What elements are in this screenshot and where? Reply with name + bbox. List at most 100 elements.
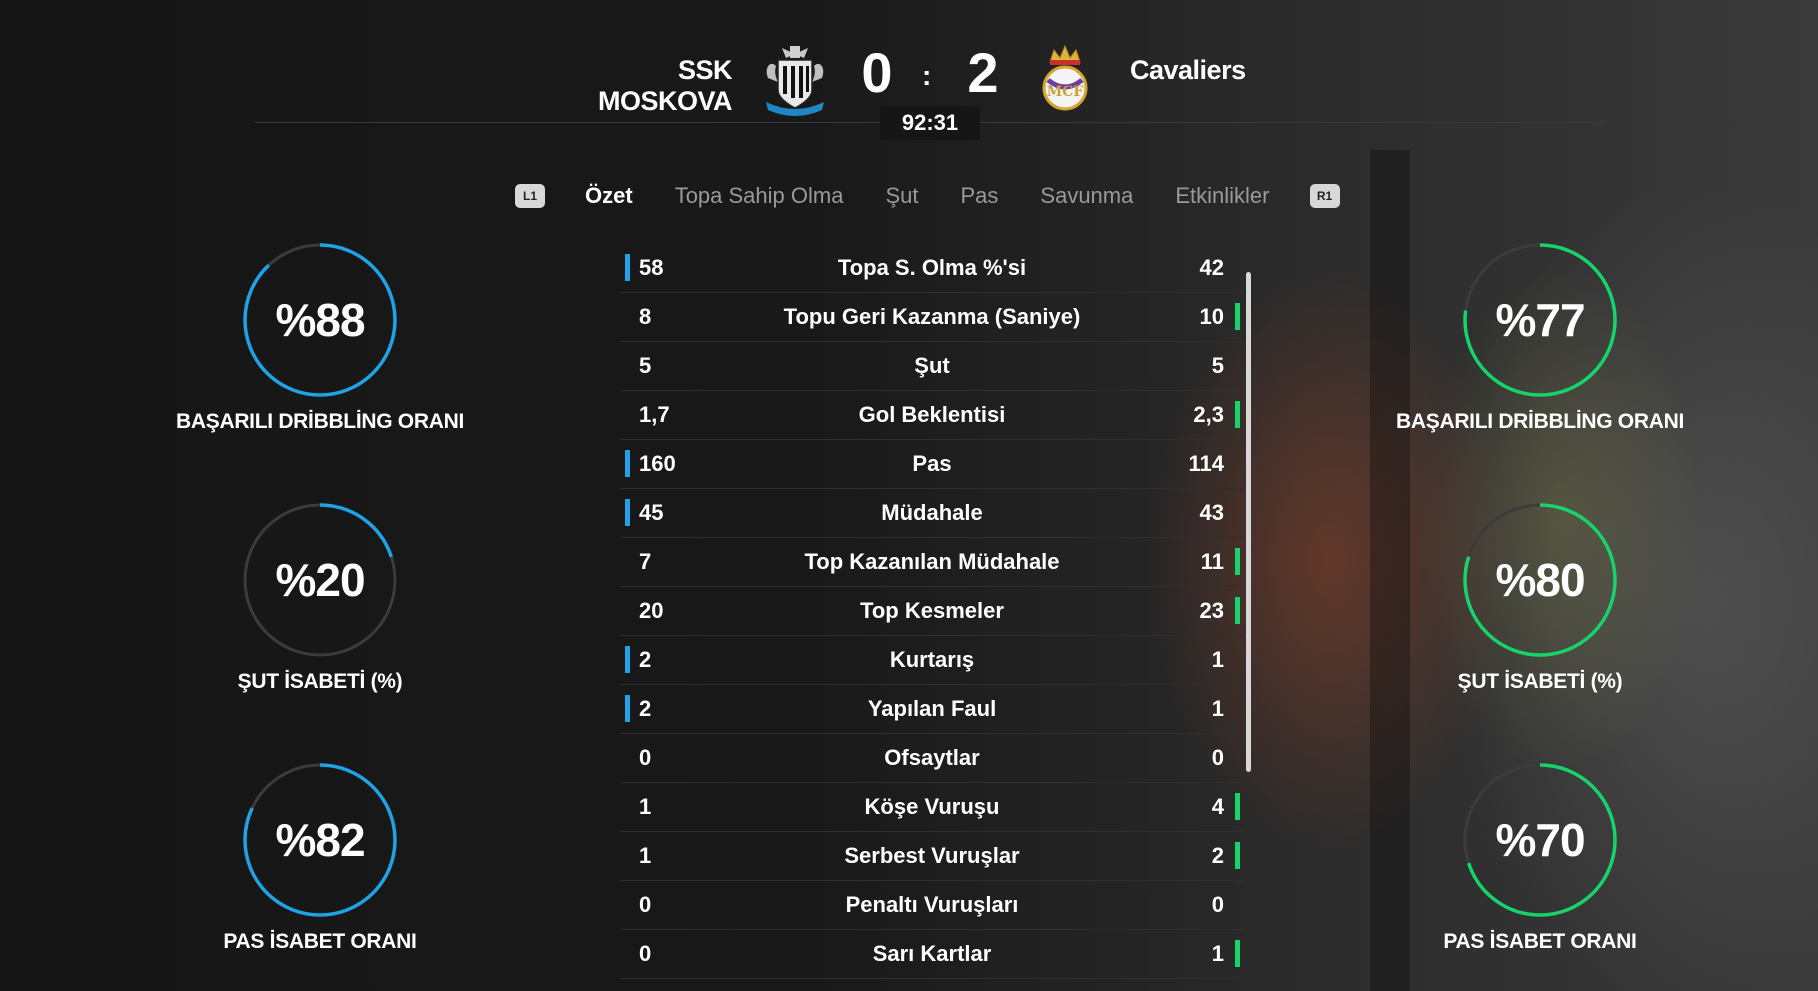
stat-label: Şut xyxy=(914,353,950,378)
stat-row: Ofsaytlar 0 0 xyxy=(620,734,1244,783)
ring-label: BAŞARILI DRİBBLİNG ORANI xyxy=(176,410,464,433)
progress-ring: %80 xyxy=(1460,500,1620,660)
stat-label: Müdahale xyxy=(881,500,983,525)
home-ring-shot-accuracy: %20 ŞUT İSABETİ (%) xyxy=(155,500,485,694)
home-score: 0 xyxy=(861,41,893,104)
tab-sut[interactable]: Şut xyxy=(885,183,918,209)
svg-text:MCF: MCF xyxy=(1047,84,1084,100)
stat-away-value: 23 xyxy=(1199,598,1224,623)
scrollbar[interactable] xyxy=(1246,272,1251,772)
home-team-name: SSK MOSKOVA xyxy=(597,55,733,116)
stat-row: Penaltı Vuruşları 0 0 xyxy=(620,881,1244,930)
stat-label: Köşe Vuruşu xyxy=(864,794,1000,819)
progress-ring: %88 xyxy=(240,240,400,400)
stat-away-value: 5 xyxy=(1211,353,1224,378)
ring-value: %77 xyxy=(1495,294,1585,346)
ring-value: %88 xyxy=(275,294,365,346)
away-ring-dribbling: %77 BAŞARILI DRİBBLİNG ORANI xyxy=(1375,240,1705,434)
progress-ring: %70 xyxy=(1460,760,1620,920)
stat-away-value: 0 xyxy=(1211,892,1224,917)
stat-home-value: 20 xyxy=(639,598,664,623)
l1-button-icon[interactable]: L1 xyxy=(515,184,545,208)
stat-row: Sarı Kartlar 0 1 xyxy=(620,930,1244,979)
ring-label: PAS İSABET ORANI xyxy=(1443,930,1637,953)
stat-away-value: 10 xyxy=(1199,304,1224,329)
real-madrid-crest-icon: MCF xyxy=(1030,40,1100,116)
away-ring-shot-accuracy: %80 ŞUT İSABETİ (%) xyxy=(1375,500,1705,694)
progress-ring: %77 xyxy=(1460,240,1620,400)
stat-row: Pas 160 114 xyxy=(620,440,1244,489)
stat-away-value: 43 xyxy=(1199,500,1224,525)
ring-value: %82 xyxy=(275,814,365,866)
stats-tabs: L1 Özet Topa Sahip Olma Şut Pas Savunma … xyxy=(515,178,1340,214)
stat-label: Yapılan Faul xyxy=(867,696,997,721)
away-team-name: Cavaliers xyxy=(1130,55,1246,85)
stat-label: Serbest Vuruşlar xyxy=(844,843,1020,868)
stat-row: Gol Beklentisi 1,7 2,3 xyxy=(620,391,1244,440)
stat-label: Sarı Kartlar xyxy=(872,941,992,966)
away-ring-pass-accuracy: %70 PAS İSABET ORANI xyxy=(1375,760,1705,954)
stat-away-value: 1 xyxy=(1211,647,1224,672)
stat-label: Kurtarış xyxy=(889,647,975,672)
ring-label: ŞUT İSABETİ (%) xyxy=(237,670,403,693)
stat-row: Topa S. Olma %'si 58 42 xyxy=(620,244,1244,293)
ring-value: %20 xyxy=(275,554,365,606)
match-clock: 92:31 xyxy=(880,106,980,140)
tab-savunma[interactable]: Savunma xyxy=(1040,183,1133,209)
stat-home-value: 0 xyxy=(639,892,652,917)
stat-away-value: 11 xyxy=(1200,549,1224,574)
stat-label: Topu Geri Kazanma (Saniye) xyxy=(783,304,1081,329)
stat-home-value: 0 xyxy=(639,941,652,966)
r1-button-icon[interactable]: R1 xyxy=(1309,184,1340,208)
stat-row: Topu Geri Kazanma (Saniye) 8 10 xyxy=(620,293,1244,342)
stat-label: Top Kazanılan Müdahale xyxy=(804,549,1060,574)
tab-topa-sahip-olma[interactable]: Topa Sahip Olma xyxy=(675,183,844,209)
ring-label: PAS İSABET ORANI xyxy=(223,930,417,953)
stat-row: Top Kazanılan Müdahale 7 11 xyxy=(620,538,1244,587)
stat-home-value: 7 xyxy=(639,549,652,574)
stat-away-value: 1 xyxy=(1211,941,1224,966)
stat-row: Şut 5 5 xyxy=(620,342,1244,391)
ring-label: ŞUT İSABETİ (%) xyxy=(1457,670,1623,693)
stat-row: Serbest Vuruşlar 1 2 xyxy=(620,832,1244,881)
stat-away-value: 2,3 xyxy=(1193,402,1224,427)
home-ring-dribbling: %88 BAŞARILI DRİBBLİNG ORANI xyxy=(155,240,485,434)
stat-home-value: 8 xyxy=(639,304,652,329)
stat-label: Top Kesmeler xyxy=(860,598,1004,623)
newcastle-crest-icon xyxy=(760,40,830,116)
match-header: SSK MOSKOVA 0 : 2 MCF Cavaliers 92:31 xyxy=(0,0,1818,140)
stats-table[interactable]: Topa S. Olma %'si 58 42 Topu Geri Kazanma (… xyxy=(620,244,1244,979)
stat-row: Köşe Vuruşu 1 4 xyxy=(620,783,1244,832)
stat-away-value: 2 xyxy=(1211,843,1224,868)
home-ring-pass-accuracy: %82 PAS İSABET ORANI xyxy=(155,760,485,954)
ring-value: %70 xyxy=(1495,814,1585,866)
stat-row: Müdahale 45 43 xyxy=(620,489,1244,538)
stat-label: Ofsaytlar xyxy=(884,745,980,770)
stat-home-value: 58 xyxy=(639,255,664,280)
stat-away-value: 0 xyxy=(1211,745,1224,770)
stat-row: Kurtarış 2 1 xyxy=(620,636,1244,685)
stat-label: Topa S. Olma %'si xyxy=(837,255,1027,280)
ring-label: BAŞARILI DRİBBLİNG ORANI xyxy=(1396,410,1684,433)
tab-etkinlikler[interactable]: Etkinlikler xyxy=(1175,183,1269,209)
stat-away-value: 4 xyxy=(1211,794,1224,819)
tab-ozet[interactable]: Özet xyxy=(585,183,633,209)
stat-home-value: 1,7 xyxy=(639,402,670,427)
stat-home-value: 160 xyxy=(639,451,676,476)
stat-away-value: 1 xyxy=(1211,696,1224,721)
stat-row: Top Kesmeler 20 23 xyxy=(620,587,1244,636)
stat-home-value: 5 xyxy=(639,353,652,378)
stat-home-value: 1 xyxy=(639,794,652,819)
stat-label: Penaltı Vuruşları xyxy=(845,892,1019,917)
stat-away-value: 42 xyxy=(1199,255,1224,280)
stat-label: Pas xyxy=(912,451,952,476)
away-score: 2 xyxy=(967,41,999,104)
tab-pas[interactable]: Pas xyxy=(960,183,998,209)
score-separator: : xyxy=(922,60,932,91)
stat-away-value: 114 xyxy=(1188,451,1225,476)
ring-value: %80 xyxy=(1495,554,1585,606)
progress-ring: %82 xyxy=(240,760,400,920)
stat-home-value: 2 xyxy=(639,696,652,721)
stat-home-value: 1 xyxy=(639,843,652,868)
stat-label: Gol Beklentisi xyxy=(858,402,1006,427)
